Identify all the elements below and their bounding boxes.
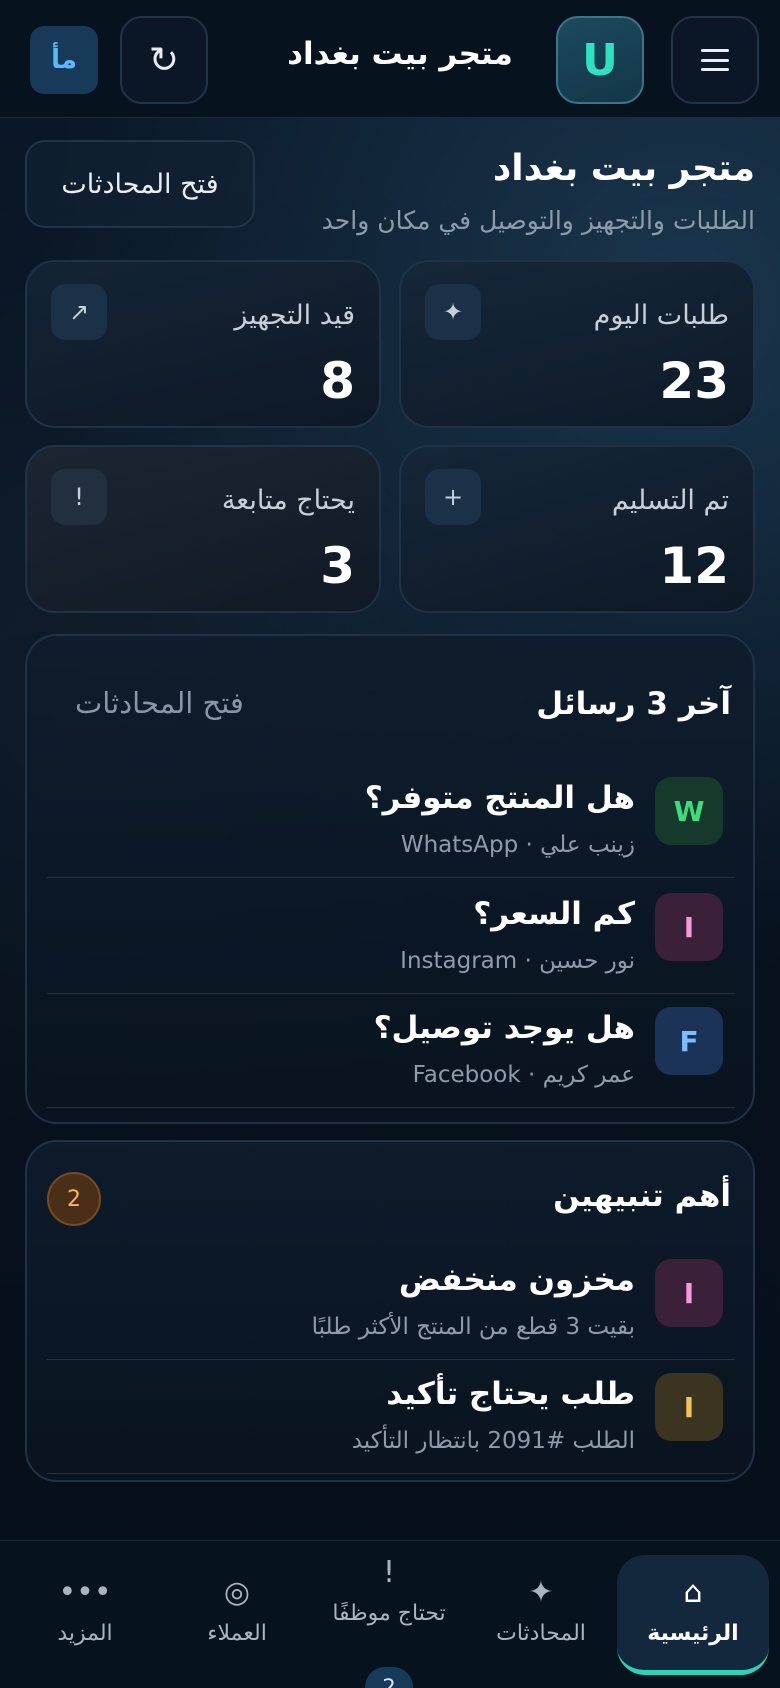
nav-label: تحتاج موظفًا [332, 1601, 446, 1626]
alert-row[interactable]: I مخزون منخفض بقيت 3 قطع من المنتج الأكث… [47, 1244, 735, 1360]
message-text: هل المنتج متوفر؟ [364, 780, 635, 816]
arrow-up-right-icon: ↗ [51, 284, 107, 340]
stat-label: قيد التجهيز [234, 300, 355, 331]
alert-row[interactable]: I طلب يحتاج تأكيد الطلب #2091 بانتظار ال… [47, 1358, 735, 1474]
stat-card-needs-followup[interactable]: يحتاج متابعة 3 ! [25, 445, 381, 613]
alert-description: بقيت 3 قطع من المنتج الأكثر طلبًا [311, 1314, 635, 1340]
page-subtitle: الطلبات والتجهيز والتوصيل في مكان واحد [321, 206, 755, 235]
nav-customers[interactable]: ◎ العملاء [161, 1555, 313, 1675]
nav-label: المحادثات [496, 1621, 586, 1646]
stat-value: 23 [659, 352, 729, 410]
header-title: متجر بيت بغداد [287, 36, 513, 72]
nav-more[interactable]: ••• المزيد [9, 1555, 161, 1675]
instagram-icon: I [655, 893, 723, 961]
home-icon: ⌂ [683, 1575, 703, 1610]
alerts-panel: أهم تنبيهين 2 I مخزون منخفض بقيت 3 قطع م… [25, 1140, 755, 1482]
stat-card-delivered[interactable]: تم التسليم 12 + [399, 445, 755, 613]
menu-button[interactable] [671, 16, 759, 104]
message-row[interactable]: W هل المنتج متوفر؟ زينب علي · WhatsApp [47, 762, 735, 878]
open-chats-link[interactable]: فتح المحادثات [75, 686, 244, 720]
stat-label: طلبات اليوم [593, 300, 729, 331]
stat-value: 12 [659, 537, 729, 595]
message-meta: عمر كريم · Facebook [412, 1062, 635, 1088]
alerts-count-badge: 2 [47, 1172, 101, 1226]
language-button[interactable]: مأ [30, 26, 98, 94]
nav-count-badge: 2 [365, 1667, 413, 1688]
alert-icon: I [655, 1259, 723, 1327]
exclamation-icon: ! [382, 1555, 396, 1590]
stat-label: تم التسليم [611, 485, 729, 516]
open-chats-button[interactable]: فتح المحادثات [25, 140, 255, 228]
hamburger-icon [701, 49, 729, 71]
alert-description: الطلب #2091 بانتظار التأكيد [351, 1428, 635, 1454]
stat-value: 8 [320, 352, 355, 410]
nav-needs-staff[interactable]: ! تحتاج موظفًا 2 [313, 1555, 465, 1688]
panel-title: أهم تنبيهين [553, 1178, 731, 1214]
alert-title: مخزون منخفض [398, 1262, 635, 1298]
exclamation-icon: ! [51, 469, 107, 525]
nav-label: الرئيسية [647, 1621, 739, 1646]
whatsapp-icon: W [655, 777, 723, 845]
stat-value: 3 [320, 537, 355, 595]
nav-label: العملاء [207, 1621, 267, 1646]
nav-chats[interactable]: ✦ المحادثات [465, 1555, 617, 1675]
facebook-icon: F [655, 1007, 723, 1075]
nav-label: المزيد [57, 1621, 113, 1646]
message-row[interactable]: I كم السعر؟ نور حسين · Instagram [47, 878, 735, 994]
message-meta: نور حسين · Instagram [400, 948, 635, 974]
stat-card-today-orders[interactable]: طلبات اليوم 23 ✦ [399, 260, 755, 428]
page-title: متجر بيت بغداد [492, 148, 755, 189]
target-icon: ◎ [223, 1575, 251, 1610]
store-logo[interactable]: U [556, 16, 644, 104]
refresh-button[interactable]: ↻ [120, 16, 208, 104]
sparkle-icon: ✦ [528, 1575, 554, 1610]
plus-icon: + [425, 469, 481, 525]
alert-icon: I [655, 1373, 723, 1441]
logo-letter: U [582, 34, 618, 86]
more-dots-icon: ••• [58, 1575, 112, 1610]
message-text: كم السعر؟ [473, 896, 635, 932]
panel-title: آخر 3 رسائل [536, 686, 731, 722]
app-header: U متجر بيت بغداد ↻ مأ [0, 0, 780, 118]
message-meta: زينب علي · WhatsApp [400, 832, 635, 858]
stat-card-preparing[interactable]: قيد التجهيز 8 ↗ [25, 260, 381, 428]
recent-messages-panel: آخر 3 رسائل فتح المحادثات W هل المنتج مت… [25, 634, 755, 1124]
bottom-nav: ⌂ الرئيسية ✦ المحادثات ! تحتاج موظفًا 2 … [0, 1540, 780, 1688]
message-row[interactable]: F هل يوجد توصيل؟ عمر كريم · Facebook [47, 992, 735, 1108]
stat-label: يحتاج متابعة [221, 485, 355, 516]
alert-title: طلب يحتاج تأكيد [386, 1376, 635, 1412]
message-text: هل يوجد توصيل؟ [373, 1010, 635, 1046]
refresh-icon: ↻ [148, 39, 180, 81]
sparkle-icon: ✦ [425, 284, 481, 340]
nav-home[interactable]: ⌂ الرئيسية [617, 1555, 769, 1675]
